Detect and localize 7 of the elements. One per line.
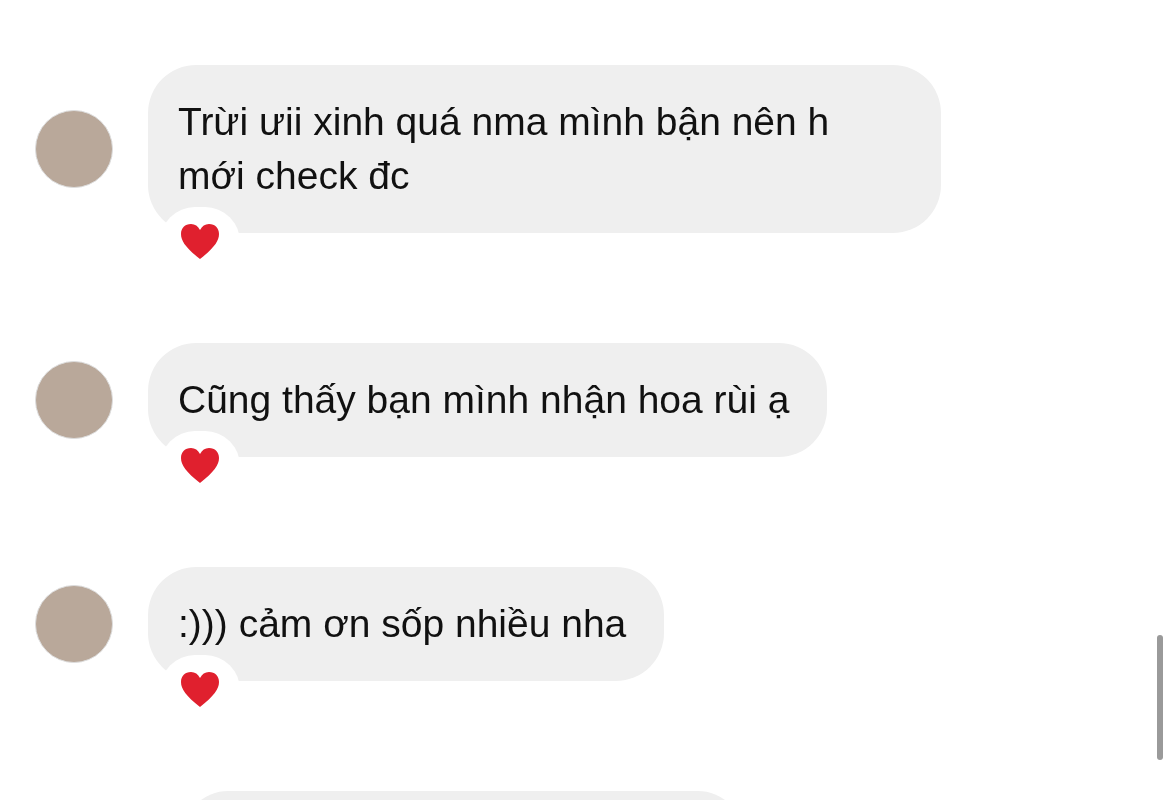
heart-icon (180, 447, 220, 485)
scrollbar[interactable] (1157, 635, 1163, 760)
message-bubble: Trừi ưii xinh quá nma mình bận nên h mới check đc (148, 65, 941, 233)
message-bubble: :))) cảm ơn sốp nhiều nha (148, 567, 665, 681)
message-bubble: Cũng thấy bạn mình nhận hoa rùi ạ (148, 343, 828, 457)
heart-icon (180, 671, 220, 709)
heart-icon (180, 223, 220, 261)
